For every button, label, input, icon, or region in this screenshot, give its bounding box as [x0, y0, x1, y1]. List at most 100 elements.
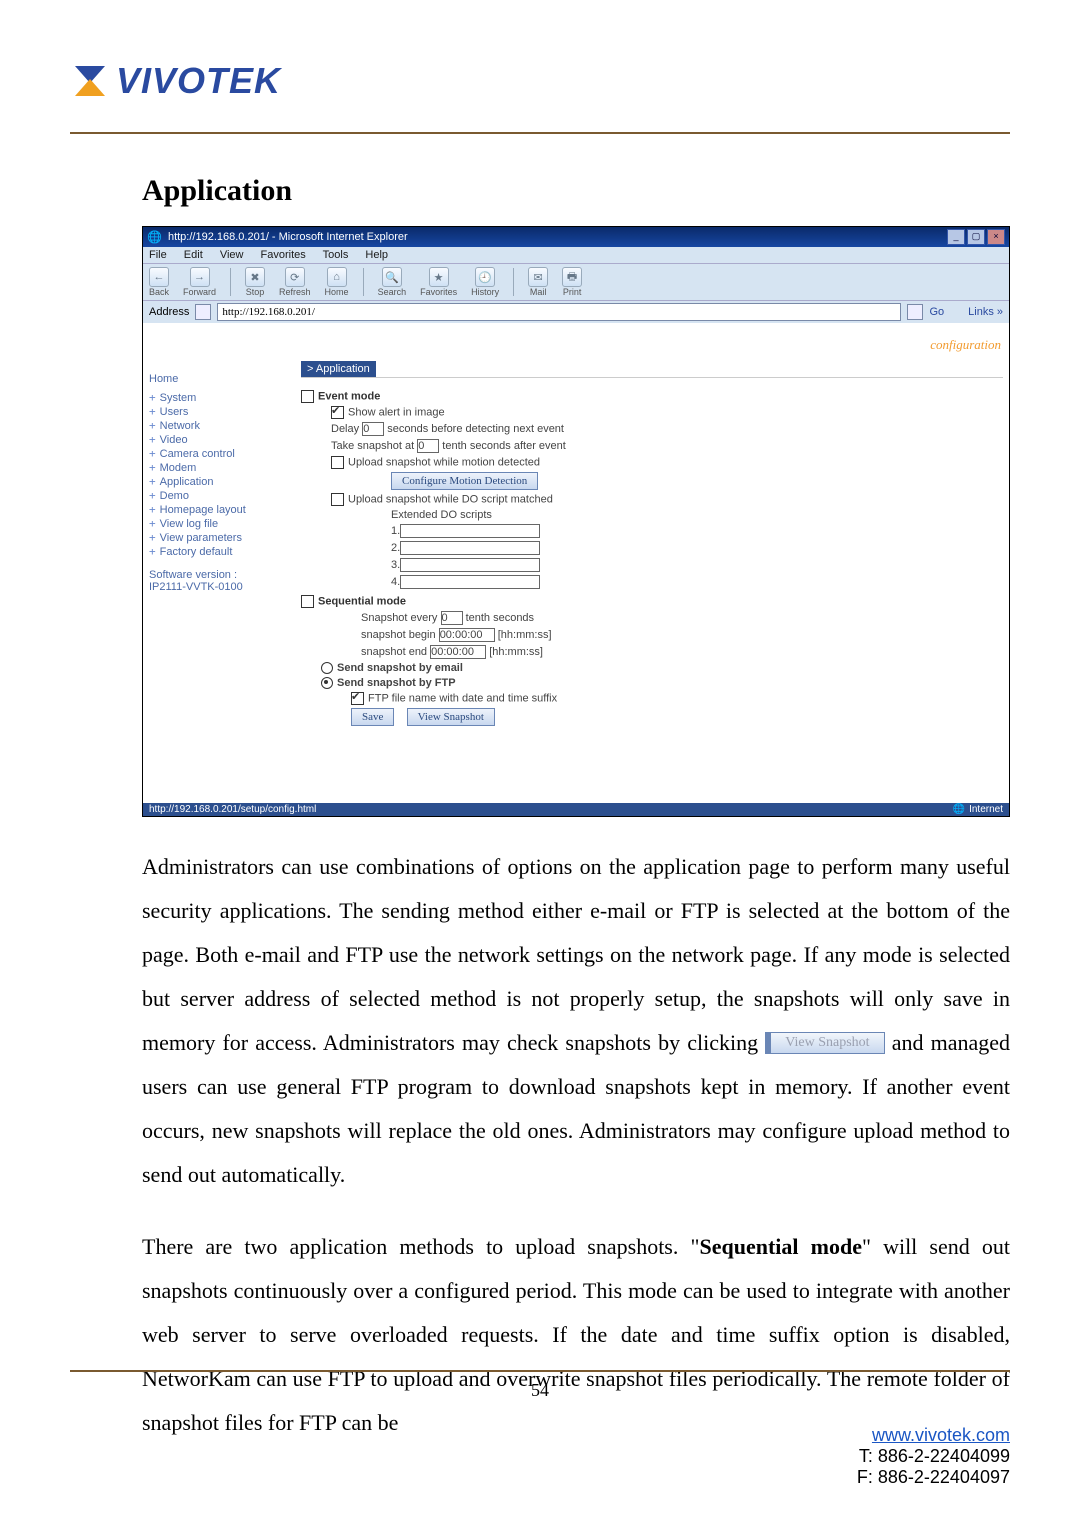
show-alert-checkbox[interactable]: [331, 406, 344, 419]
go-icon[interactable]: [907, 304, 923, 320]
event-mode-checkbox[interactable]: [301, 390, 314, 403]
home-button[interactable]: ⌂Home: [325, 267, 349, 297]
footer-fax: F: 886-2-22404097: [857, 1467, 1010, 1487]
favorites-button[interactable]: ★Favorites: [420, 267, 457, 297]
expand-icon: +: [149, 475, 156, 488]
sidebar-item-demo[interactable]: +Demo: [149, 489, 289, 502]
mail-button[interactable]: ✉Mail: [528, 267, 548, 297]
main-panel: > Application Event mode Show alert in i…: [301, 361, 1003, 729]
address-label: Address: [149, 306, 189, 318]
print-button[interactable]: 🖶Print: [562, 267, 582, 297]
search-button[interactable]: 🔍Search: [378, 267, 407, 297]
refresh-icon: ⟳: [285, 267, 305, 287]
send-ftp-radio[interactable]: [321, 677, 333, 689]
expand-icon: +: [149, 461, 156, 474]
sidebar-home[interactable]: Home: [149, 373, 289, 385]
window-titlebar: 🌐 http://192.168.0.201/ - Microsoft Inte…: [143, 227, 1009, 247]
sidebar-item-application[interactable]: +Application: [149, 475, 289, 488]
menu-view[interactable]: View: [220, 249, 244, 261]
brand-logo: VIVOTEK: [70, 60, 1010, 102]
upload-motion-checkbox[interactable]: [331, 456, 344, 469]
expand-icon: +: [149, 517, 156, 530]
sidebar-item-network[interactable]: +Network: [149, 419, 289, 432]
history-button[interactable]: 🕘History: [471, 267, 499, 297]
menu-edit[interactable]: Edit: [184, 249, 203, 261]
seq-end-input[interactable]: 00:00:00: [430, 645, 486, 659]
sidebar-item-modem[interactable]: +Modem: [149, 461, 289, 474]
address-bar: Address Go Links »: [143, 300, 1009, 323]
stop-button[interactable]: ✖Stop: [245, 267, 265, 297]
stop-icon: ✖: [245, 267, 265, 287]
internet-icon: 🌐: [953, 804, 965, 815]
menu-bar: File Edit View Favorites Tools Help: [143, 247, 1009, 263]
sidebar-item-logfile[interactable]: +View log file: [149, 517, 289, 530]
expand-icon: +: [149, 391, 156, 404]
status-bar: http://192.168.0.201/setup/config.html 🌐…: [143, 803, 1009, 816]
body-text: Administrators can use combinations of o…: [142, 845, 1010, 1445]
links-label[interactable]: Links »: [968, 306, 1003, 318]
toolbar-separator: [230, 268, 231, 296]
top-divider: [70, 132, 1010, 134]
footer-tel: T: 886-2-22404099: [859, 1446, 1010, 1466]
script-3-input[interactable]: [400, 558, 540, 572]
script-2-input[interactable]: [400, 541, 540, 555]
sidebar-item-video[interactable]: +Video: [149, 433, 289, 446]
back-button[interactable]: ←Back: [149, 267, 169, 297]
sidebar-item-camera[interactable]: +Camera control: [149, 447, 289, 460]
home-icon: ⌂: [327, 267, 347, 287]
sequential-mode-label: Sequential mode: [318, 595, 406, 607]
sidebar-item-params[interactable]: +View parameters: [149, 531, 289, 544]
seq-begin-input[interactable]: 00:00:00: [439, 628, 495, 642]
minimize-button[interactable]: _: [947, 229, 965, 245]
save-button[interactable]: Save: [351, 708, 394, 726]
sidebar-item-system[interactable]: +System: [149, 391, 289, 404]
sequential-mode-checkbox[interactable]: [301, 595, 314, 608]
page-footer: 54 www.vivotek.com T: 886-2-22404099 F: …: [70, 1370, 1010, 1488]
sidebar-item-users[interactable]: +Users: [149, 405, 289, 418]
configure-motion-button[interactable]: Configure Motion Detection: [391, 472, 538, 490]
menu-help[interactable]: Help: [365, 249, 388, 261]
page-viewport: configuration Home +System +Users +Netwo…: [143, 323, 1009, 803]
inline-view-snapshot-button[interactable]: View Snapshot: [765, 1032, 884, 1054]
seq-every-input[interactable]: 0: [441, 611, 463, 625]
forward-icon: →: [190, 267, 210, 287]
script-4-input[interactable]: [400, 575, 540, 589]
toolbar-separator: [363, 268, 364, 296]
logo-mark-icon: [70, 61, 110, 101]
expand-icon: +: [149, 433, 156, 446]
favorites-icon: ★: [429, 267, 449, 287]
ftp-suffix-checkbox[interactable]: [351, 692, 364, 705]
expand-icon: +: [149, 419, 156, 432]
ie-icon: 🌐: [147, 230, 162, 244]
maximize-button[interactable]: ▢: [967, 229, 985, 245]
toolbar-separator: [513, 268, 514, 296]
send-email-radio[interactable]: [321, 662, 333, 674]
delay-input[interactable]: 0: [362, 422, 384, 436]
view-snapshot-button[interactable]: View Snapshot: [407, 708, 495, 726]
window-title: http://192.168.0.201/ - Microsoft Intern…: [168, 231, 947, 243]
address-input[interactable]: [217, 303, 901, 321]
sidebar-item-homepage[interactable]: +Homepage layout: [149, 503, 289, 516]
menu-favorites[interactable]: Favorites: [261, 249, 306, 261]
expand-icon: +: [149, 503, 156, 516]
footer-link[interactable]: www.vivotek.com: [872, 1425, 1010, 1445]
sidebar: Home +System +Users +Network +Video +Cam…: [149, 373, 289, 559]
search-icon: 🔍: [382, 267, 402, 287]
expand-icon: +: [149, 447, 156, 460]
go-label[interactable]: Go: [929, 306, 944, 318]
software-version: Software version : IP2111-VVTK-0100: [149, 569, 289, 593]
sidebar-item-factory[interactable]: +Factory default: [149, 545, 289, 558]
sequential-mode-term: Sequential mode: [699, 1234, 861, 1259]
back-icon: ←: [149, 267, 169, 287]
upload-do-checkbox[interactable]: [331, 493, 344, 506]
menu-file[interactable]: File: [149, 249, 167, 261]
status-text: http://192.168.0.201/setup/config.html: [149, 804, 316, 815]
print-icon: 🖶: [562, 267, 582, 287]
refresh-button[interactable]: ⟳Refresh: [279, 267, 311, 297]
close-button[interactable]: ×: [987, 229, 1005, 245]
snapshot-offset-input[interactable]: 0: [417, 439, 439, 453]
menu-tools[interactable]: Tools: [323, 249, 349, 261]
script-1-input[interactable]: [400, 524, 540, 538]
footer-divider: [70, 1370, 1010, 1372]
forward-button[interactable]: →Forward: [183, 267, 216, 297]
